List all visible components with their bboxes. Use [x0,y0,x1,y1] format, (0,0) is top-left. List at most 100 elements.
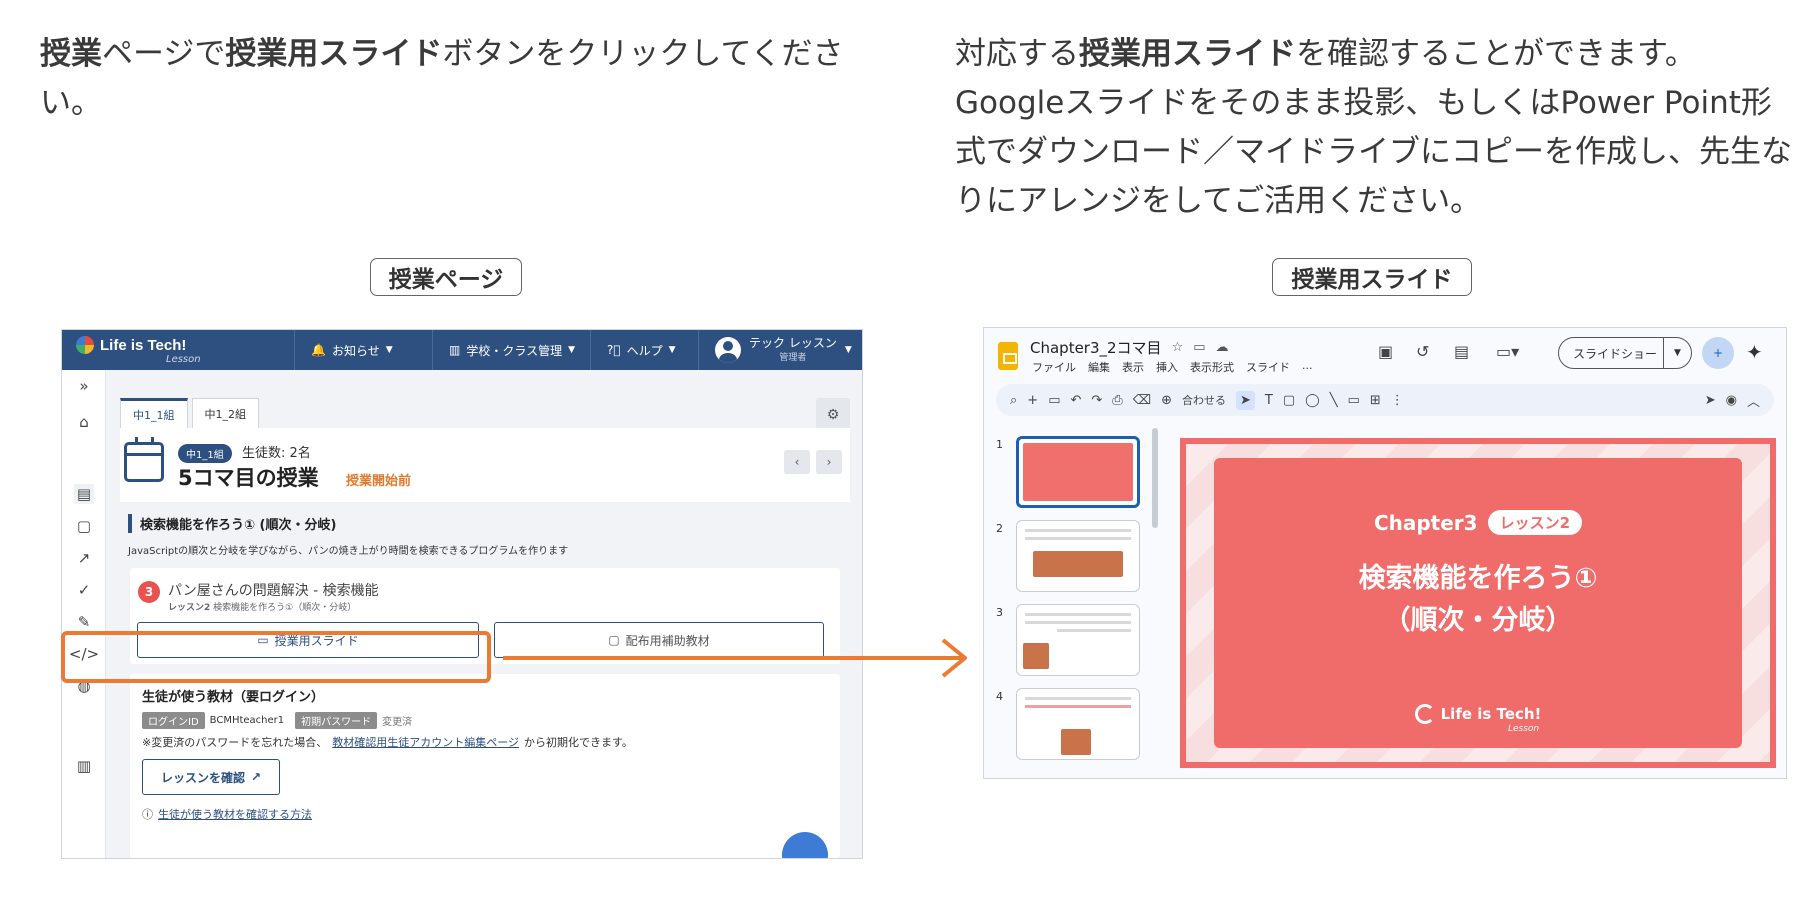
pen-icon[interactable]: ✎ [74,612,94,632]
lesson-status: 授業開始前 [346,474,412,489]
zoom-fit-select[interactable]: 合わせる [1182,392,1226,408]
lesson-number-badge: 3 [138,581,160,603]
menu-format[interactable]: 表示形式 [1190,359,1234,375]
brand-mark-icon [76,336,94,354]
insert-icon[interactable]: ▭ [1348,393,1360,408]
chevron-down-icon[interactable]: ▼ [1663,338,1691,368]
password-tag: 初期パスワード [295,712,378,729]
gemini-icon[interactable]: ✦ [1746,340,1763,364]
home-icon[interactable]: ⌂ [74,412,94,432]
zoom-icon[interactable]: ⊕ [1161,393,1172,408]
slideshow-button[interactable]: スライドショー ▼ [1558,337,1692,369]
line-icon[interactable]: ╲ [1330,393,1338,408]
slide-thumb-1[interactable] [1016,436,1140,508]
transition-icon[interactable]: ◉ [1726,393,1737,408]
thumb-scrollbar[interactable] [1152,428,1158,528]
slide-thumb-3[interactable] [1016,604,1140,676]
note-suffix: から初期化できます。 [524,736,633,749]
lesson-item-sub-label: レッスン2 [168,603,211,613]
slide-thumb-2[interactable] [1016,520,1140,592]
brand-logo[interactable]: Life is Tech! Lesson [76,336,201,365]
expand-icon[interactable]: » [74,376,94,396]
slides-app-screenshot: Chapter3_2コマ目 ☆ ▭ ☁ ファイル 編集 表示 挿入 表示形式 ス… [983,327,1787,779]
nav-school-label: 学校・クラス管理 [466,343,563,358]
bell-icon: 🔔 [311,343,326,357]
tab-class-1[interactable]: 中1_1組 [120,398,188,428]
brand-mark-icon [1414,704,1435,724]
select-icon[interactable]: ➤ [1236,390,1255,410]
user-role: 管理者 [779,353,807,363]
history-icon[interactable]: ↺ [1416,342,1429,361]
account-edit-link[interactable]: 教材確認用生徒アカウント編集ページ [332,734,519,750]
menu-more[interactable]: ... [1302,359,1313,375]
undo-icon[interactable]: ↶ [1070,393,1081,408]
pointer-icon[interactable]: ➤ [1705,393,1716,408]
how-to-link[interactable]: 生徒が使う教材を確認する方法 [158,806,312,822]
document-icon[interactable]: ▢ [74,516,94,536]
instruction-right: 対応する授業用スライドを確認することができます。Googleスライドをそのまま投… [955,30,1795,226]
brand-name: Life is Tech! [100,336,187,354]
menu-edit[interactable]: 編集 [1088,359,1110,375]
prev-lesson-button[interactable]: ‹ [784,450,810,474]
caption-lesson-slide: 授業用スライド [1272,258,1472,296]
nav-notice[interactable]: 🔔 お知らせ ▼ [294,330,393,370]
text-box-icon[interactable]: T [1265,393,1273,408]
slide-thumbnails: 1 2 3 4 [984,428,1144,778]
collapse-icon[interactable]: ︿ [1747,391,1760,410]
paint-format-icon[interactable]: ⌫ [1133,393,1151,408]
share-icon[interactable]: + [1702,337,1734,369]
chart-icon[interactable]: ▥ [74,756,94,776]
menu-slide[interactable]: スライド [1246,359,1290,375]
tab-class-2[interactable]: 中1_2組 [191,398,259,428]
external-link-icon: ↗ [250,770,262,784]
folder-icon[interactable]: ▭ [1193,340,1205,355]
comment-add-icon[interactable]: ⊞ [1370,393,1381,408]
next-lesson-button[interactable]: › [816,450,842,474]
shape-icon[interactable]: ◯ [1305,393,1320,408]
doc-title-bar: Chapter3_2コマ目 ☆ ▭ ☁ [1030,337,1229,358]
trend-icon[interactable]: ↗ [74,548,94,568]
check-circle-icon[interactable]: ✓ [74,580,94,600]
menu-view[interactable]: 表示 [1122,359,1144,375]
cloud-icon[interactable]: ☁ [1216,340,1229,355]
lesson-item-sub: レッスン2 検索機能を作ろう①（順次・分岐） [168,600,356,613]
instruction-bold: 授業用スライド [225,36,443,72]
slide-title-line1: 検索機能を作ろう① [1358,563,1598,594]
more-vert-icon[interactable]: ⋮ [1391,393,1404,408]
doc-title[interactable]: Chapter3_2コマ目 [1030,337,1162,358]
nav-school[interactable]: ▥ 学校・クラス管理 ▼ [432,330,575,370]
print-icon[interactable]: ⎙ [1112,393,1122,408]
gear-icon[interactable]: ⚙ [816,398,850,432]
password-status: 変更済 [382,717,413,728]
slide-brand: Life is Tech! Lesson [1214,704,1742,734]
redo-icon[interactable]: ↷ [1091,393,1102,408]
caret-down-icon: ▼ [844,345,852,355]
instruction-bold: 授業 [40,36,102,72]
nav-help[interactable]: ?⃝ ヘルプ ▼ [590,330,676,370]
user-menu[interactable]: テック レッスン 管理者 ▼ [698,330,852,370]
slide-thumb-4[interactable] [1016,688,1140,760]
slide-brand-sub: Lesson [1508,724,1540,734]
lesson-icon[interactable]: ▤ [74,484,94,504]
lesson-item-sub-text: 検索機能を作ろう①（順次・分岐） [213,603,357,613]
student-count: 生徒数: 2名 [242,446,311,461]
menu-insert[interactable]: 挿入 [1156,359,1178,375]
presenter-icon[interactable]: ▣ [1378,342,1393,361]
video-call-icon[interactable]: ▭▾ [1496,342,1519,361]
new-slide-icon[interactable]: ▭ [1048,393,1060,408]
slides-logo-icon[interactable] [998,342,1018,370]
slide-canvas[interactable]: Chapter3 レッスン2 検索機能を作ろう① （順次・分岐） Life is… [1180,438,1776,768]
search-icon[interactable]: ⌕ [1010,393,1017,408]
add-icon[interactable]: + [1027,393,1038,408]
image-icon[interactable]: ▢ [1283,393,1295,408]
slide-chapter-label: Chapter3 [1373,510,1478,535]
confirm-lesson-button[interactable]: レッスンを確認 ↗ [142,759,280,795]
caption-lesson-page: 授業ページ [370,258,522,296]
caret-down-icon: ▼ [668,345,676,355]
nav-help-label: ヘルプ [626,343,663,358]
star-icon[interactable]: ☆ [1172,340,1184,355]
floating-action-button[interactable] [782,832,828,858]
comment-icon[interactable]: ▤ [1454,342,1469,361]
slide-card: Chapter3 レッスン2 検索機能を作ろう① （順次・分岐） Life is… [1214,458,1742,748]
menu-file[interactable]: ファイル [1032,359,1076,375]
